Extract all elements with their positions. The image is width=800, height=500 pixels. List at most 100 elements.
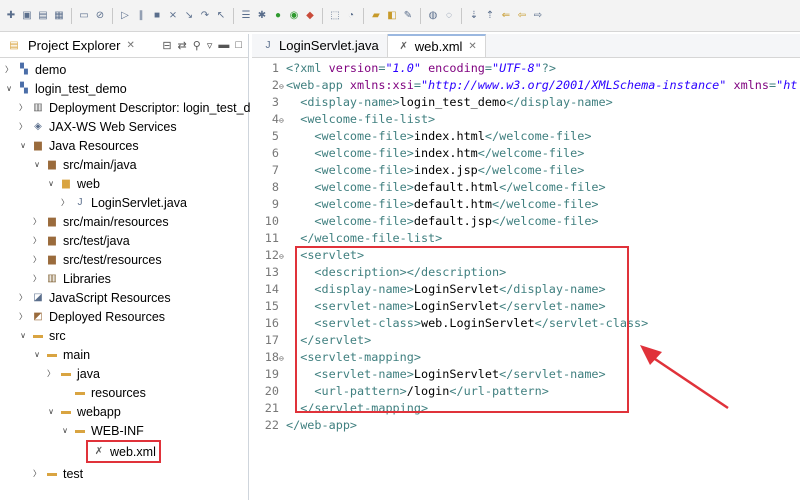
tree-item-loginservlet-java[interactable]: 〉 J LoginServlet.java <box>60 193 187 212</box>
resume-icon[interactable]: ▷ <box>118 9 132 23</box>
chevron-right-icon[interactable]: 〉 <box>32 216 42 227</box>
skip-breakpoints-icon[interactable]: ⊘ <box>93 9 107 23</box>
collapse-all-icon[interactable]: ⊟ <box>162 39 171 52</box>
chevron-down-icon[interactable]: ∨ <box>32 350 42 359</box>
open-task-icon[interactable]: ◧ <box>385 9 399 23</box>
print-icon[interactable]: ▦ <box>52 9 66 23</box>
chevron-right-icon[interactable]: 〉 <box>18 292 28 303</box>
new-java-project-icon[interactable]: ⬚ <box>328 9 342 23</box>
search-icon[interactable]: ✎ <box>401 9 415 23</box>
tree-item-web-inf[interactable]: ∨ ▬ WEB-INF <box>60 421 144 440</box>
code-line[interactable]: 4⊖ <welcome-file-list> <box>252 111 800 128</box>
view-menu-icon[interactable]: ▿ <box>207 39 213 52</box>
new-class-icon[interactable]: ◔ <box>344 9 358 23</box>
chevron-down-icon[interactable]: ∨ <box>4 84 14 93</box>
code-line[interactable]: 7 <welcome-file>index.jsp</welcome-file> <box>252 162 800 179</box>
suspend-icon[interactable]: ∥ <box>134 9 148 23</box>
chevron-right-icon[interactable]: 〉 <box>32 254 42 265</box>
fold-toggle-icon[interactable]: ⊖ <box>279 350 286 367</box>
filter-icon[interactable]: ⚲ <box>193 39 201 52</box>
chevron-right-icon[interactable]: 〉 <box>32 235 42 246</box>
next-annotation-icon[interactable]: ⇣ <box>467 9 481 23</box>
server-icon[interactable]: ☰ <box>239 9 253 23</box>
link-with-editor-icon[interactable]: ⇄ <box>178 39 187 52</box>
chevron-right-icon[interactable]: 〉 <box>4 64 14 75</box>
close-icon[interactable]: ✕ <box>468 41 476 52</box>
chevron-right-icon[interactable]: 〉 <box>32 468 42 479</box>
chevron-down-icon[interactable]: ∨ <box>32 160 42 169</box>
code-line[interactable]: 8 <welcome-file>default.html</welcome-fi… <box>252 179 800 196</box>
tree-item-src[interactable]: ∨ ▬ src <box>18 326 66 345</box>
code-line[interactable]: 6 <welcome-file>index.htm</welcome-file> <box>252 145 800 162</box>
maximize-icon[interactable]: □ <box>235 39 242 52</box>
tree-item-demo[interactable]: 〉 ▚ demo <box>4 60 66 79</box>
mark-icon[interactable]: ◌ <box>442 9 456 23</box>
code-line[interactable]: 2⊖ <web-app xmlns:xsi="http://www.w3.org/… <box>252 77 800 94</box>
terminate-icon[interactable]: ■ <box>150 9 164 23</box>
code-line[interactable]: 5 <welcome-file>index.html</welcome-file… <box>252 128 800 145</box>
project-explorer-tab[interactable]: ▤ Project Explorer ✕ ⊟ ⇄ ⚲ ▿ ▬ □ <box>0 34 248 58</box>
editor-tab-loginservlet[interactable]: J LoginServlet.java <box>252 34 388 57</box>
run-icon[interactable]: ● <box>271 9 285 23</box>
console-icon[interactable]: ▭ <box>77 9 91 23</box>
chevron-right-icon[interactable]: 〉 <box>18 121 28 132</box>
chevron-down-icon[interactable]: ∨ <box>60 426 70 435</box>
tree-item-deployed-resources[interactable]: 〉 ◩ Deployed Resources <box>18 307 165 326</box>
save-icon[interactable]: ▣ <box>20 9 34 23</box>
code-line[interactable]: 3 <display-name>login_test_demo</display… <box>252 94 800 111</box>
disconnect-icon[interactable]: ⨯ <box>166 9 180 23</box>
step-over-icon[interactable]: ↷ <box>198 9 212 23</box>
tree-item-login-test-demo[interactable]: ∨ ▚ login_test_demo <box>4 79 127 98</box>
chevron-down-icon[interactable]: ∨ <box>46 179 56 188</box>
fold-toggle-icon[interactable]: ⊖ <box>279 112 286 129</box>
tree-item-src-test-java[interactable]: 〉 ▆ src/test/java <box>32 231 130 250</box>
tree-item-main[interactable]: ∨ ▬ main <box>32 345 90 364</box>
code-line[interactable]: 1 <?xml version="1.0" encoding="UTF-8"?> <box>252 60 800 77</box>
tree-item-src-main-resources[interactable]: 〉 ▆ src/main/resources <box>32 212 169 231</box>
tree-item-src-main-java[interactable]: ∨ ▆ src/main/java <box>32 155 137 174</box>
chevron-right-icon[interactable]: 〉 <box>18 311 28 322</box>
folder-icon: ▬ <box>75 425 85 436</box>
code-line[interactable]: 10 <welcome-file>default.jsp</welcome-fi… <box>252 213 800 230</box>
chevron-right-icon[interactable]: 〉 <box>46 368 56 379</box>
globe-icon[interactable]: ◍ <box>426 9 440 23</box>
new-icon[interactable]: ✚ <box>4 9 18 23</box>
tree-item-web-xml[interactable]: ✗ web.xml <box>86 440 161 463</box>
tree-item-web-package[interactable]: ∨ ▆ web <box>46 174 100 193</box>
fold-toggle-icon[interactable]: ⊖ <box>279 248 286 265</box>
save-all-icon[interactable]: ▤ <box>36 9 50 23</box>
code-line[interactable]: 22 </web-app> <box>252 417 800 434</box>
tree-item-test[interactable]: 〉 ▬ test <box>32 464 83 483</box>
external-tools-icon[interactable]: ◆ <box>303 9 317 23</box>
chevron-down-icon[interactable]: ∨ <box>18 141 28 150</box>
tree-item-resources[interactable]: ▬ resources <box>60 383 146 402</box>
tree-item-src-test-resources[interactable]: 〉 ▆ src/test/resources <box>32 250 162 269</box>
step-return-icon[interactable]: ↖ <box>214 9 228 23</box>
debug-icon[interactable]: ✱ <box>255 9 269 23</box>
tree-item-libraries[interactable]: 〉 ▥ Libraries <box>32 269 111 288</box>
chevron-right-icon[interactable]: 〉 <box>18 102 28 113</box>
fold-toggle-icon[interactable]: ⊖ <box>279 78 286 95</box>
tree-item-java-resources[interactable]: ∨ ▆ Java Resources <box>18 136 139 155</box>
tree-item-java[interactable]: 〉 ▬ java <box>46 364 100 383</box>
tree-item-jax-ws[interactable]: 〉 ◈ JAX-WS Web Services <box>18 117 177 136</box>
coverage-icon[interactable]: ◉ <box>287 9 301 23</box>
tree-item-javascript-resources[interactable]: 〉 ◪ JavaScript Resources <box>18 288 171 307</box>
chevron-down-icon[interactable]: ∨ <box>18 331 28 340</box>
chevron-right-icon[interactable]: 〉 <box>32 273 42 284</box>
forward-icon[interactable]: ⇨ <box>531 9 545 23</box>
editor-tab-web-xml[interactable]: ✗ web.xml ✕ <box>387 34 486 57</box>
previous-annotation-icon[interactable]: ⇡ <box>483 9 497 23</box>
code-line[interactable]: 9 <welcome-file>default.htm</welcome-fil… <box>252 196 800 213</box>
step-into-icon[interactable]: ↘ <box>182 9 196 23</box>
last-edit-icon[interactable]: ⇐ <box>499 9 513 23</box>
open-type-icon[interactable]: ▰ <box>369 9 383 23</box>
minimize-icon[interactable]: ▬ <box>218 39 229 52</box>
close-icon[interactable]: ✕ <box>126 40 134 51</box>
code-line[interactable]: 11 </welcome-file-list> <box>252 230 800 247</box>
back-icon[interactable]: ⇦ <box>515 9 529 23</box>
chevron-down-icon[interactable]: ∨ <box>46 407 56 416</box>
tree-item-deployment-descriptor[interactable]: 〉 ▥ Deployment Descriptor: login_test_d <box>18 98 251 117</box>
tree-item-webapp[interactable]: ∨ ▬ webapp <box>46 402 121 421</box>
chevron-right-icon[interactable]: 〉 <box>60 197 70 208</box>
